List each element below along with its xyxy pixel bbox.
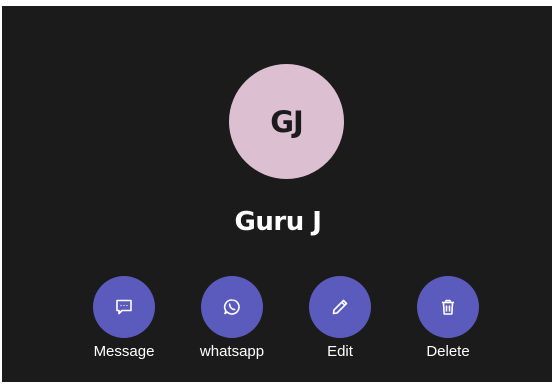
delete-label: Delete xyxy=(426,343,470,360)
pencil-icon xyxy=(330,297,350,317)
edit-action[interactable]: Edit xyxy=(295,276,385,360)
message-icon xyxy=(114,297,134,317)
trash-icon xyxy=(438,297,458,317)
delete-button[interactable] xyxy=(417,276,479,338)
edit-label: Edit xyxy=(327,343,353,360)
edit-button[interactable] xyxy=(309,276,371,338)
whatsapp-icon xyxy=(222,297,242,317)
avatar-initials: GJ xyxy=(270,104,304,139)
contact-name: Guru J xyxy=(234,207,322,237)
whatsapp-label: whatsapp xyxy=(199,343,265,360)
delete-action[interactable]: Delete xyxy=(403,276,493,360)
whatsapp-button[interactable] xyxy=(201,276,263,338)
whatsapp-action[interactable]: whatsapp xyxy=(187,276,277,360)
message-action[interactable]: Message xyxy=(79,276,169,360)
message-label: Message xyxy=(93,343,155,360)
avatar: GJ xyxy=(229,64,344,179)
message-button[interactable] xyxy=(93,276,155,338)
